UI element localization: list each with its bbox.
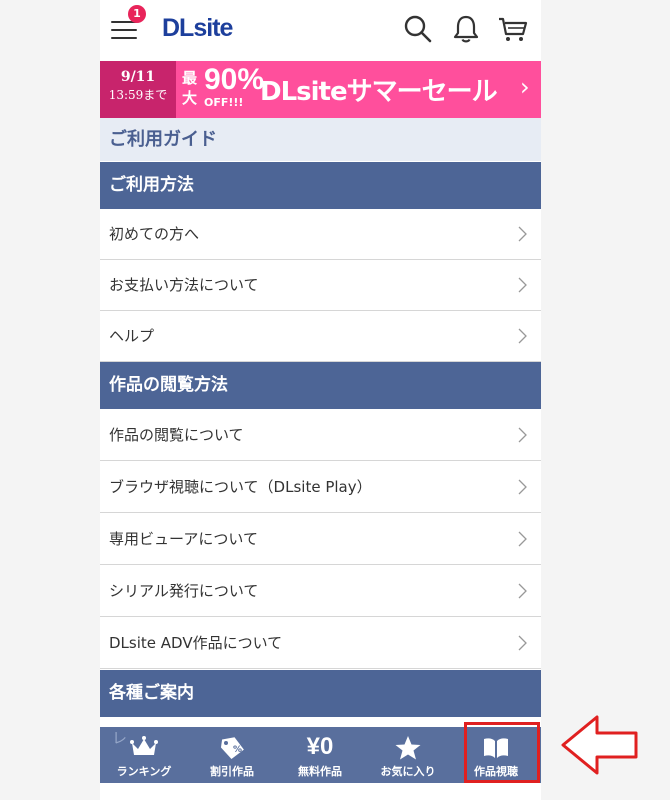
sale-time: 13:59まで: [108, 88, 168, 102]
list-item-payment[interactable]: お支払い方法について: [100, 260, 541, 311]
chevron-right-icon: ›: [520, 73, 530, 101]
list-item-label: 初めての方へ: [109, 225, 200, 243]
list-item-label: ヘルプ: [109, 327, 155, 345]
banner-max-top: 最: [182, 69, 198, 87]
nav-free[interactable]: ¥0 無料作品: [276, 727, 364, 783]
nav-discount[interactable]: % 割引作品: [188, 727, 276, 783]
nav-label: お気に入り: [380, 765, 436, 778]
banner-percent: 90%: [204, 63, 264, 97]
chevron-right-icon: [518, 328, 527, 344]
crown-icon: [130, 736, 158, 755]
site-logo[interactable]: DLsite: [162, 14, 233, 43]
list-item-first-time[interactable]: 初めての方へ: [100, 209, 541, 260]
nav-label: 無料作品: [298, 765, 342, 778]
list-item-serial[interactable]: シリアル発行について: [100, 566, 541, 617]
section-heading-info: 各種ご案内: [100, 670, 541, 717]
notification-badge: 1: [128, 5, 146, 23]
list-item-label: お支払い方法について: [109, 276, 259, 294]
banner-off: OFF!!!: [204, 96, 244, 109]
list-item-label: 作品の閲覧について: [109, 426, 244, 444]
nav-label: 割引作品: [210, 765, 254, 778]
chevron-right-icon: [518, 635, 527, 651]
list-item-adv[interactable]: DLsite ADV作品について: [100, 618, 541, 669]
highlight-box: [464, 722, 540, 783]
phone-screen: 1 DLsite 9/11 13:59まで 最 大 90% OFF!!! DLs…: [100, 0, 541, 800]
sale-date: 9/11: [120, 69, 156, 85]
section-heading-viewing: 作品の閲覧方法: [100, 362, 541, 409]
summer-sale-banner[interactable]: 9/11 13:59まで 最 大 90% OFF!!! DLsiteサマーセール…: [100, 61, 541, 118]
cart-icon[interactable]: [497, 13, 529, 45]
nav-ranking[interactable]: ランキング: [100, 727, 188, 783]
list-item-help[interactable]: ヘルプ: [100, 311, 541, 362]
sale-deadline: 9/11 13:59まで: [100, 61, 176, 118]
chevron-right-icon: [518, 531, 527, 547]
chevron-right-icon: [518, 479, 527, 495]
page-title: ご利用ガイド: [100, 118, 541, 161]
search-icon[interactable]: [402, 13, 434, 45]
list-item-viewing[interactable]: 作品の閲覧について: [100, 410, 541, 461]
list-item-viewer[interactable]: 専用ビューアについて: [100, 514, 541, 565]
chevron-right-icon: [518, 277, 527, 293]
chevron-right-icon: [518, 427, 527, 443]
nav-favorites[interactable]: お気に入り: [364, 727, 452, 783]
star-icon: [395, 736, 421, 760]
list-item-label: DLsite ADV作品について: [109, 634, 283, 652]
list-item-label: ブラウザ視聴について（DLsite Play）: [109, 478, 372, 496]
discount-tag-icon: %: [220, 737, 244, 760]
bell-icon[interactable]: [450, 13, 482, 45]
site-header: 1 DLsite: [100, 0, 541, 60]
chevron-right-icon: [518, 583, 527, 599]
banner-max-bottom: 大: [182, 89, 198, 107]
nav-label: ランキング: [116, 765, 172, 778]
list-item-label: シリアル発行について: [109, 582, 259, 600]
banner-max-label: 最 大: [182, 68, 197, 108]
section-heading-usage: ご利用方法: [100, 162, 541, 209]
banner-percent-value: 90%: [204, 63, 265, 96]
yen-icon: ¥0: [306, 733, 334, 760]
arrow-left-icon: [561, 715, 638, 775]
list-item-label: 専用ビューアについて: [109, 530, 258, 548]
banner-title: DLsiteサマーセール: [260, 77, 498, 107]
list-item-browser-play[interactable]: ブラウザ視聴について（DLsite Play）: [100, 462, 541, 513]
svg-text:%: %: [233, 745, 242, 755]
chevron-right-icon: [518, 226, 527, 242]
